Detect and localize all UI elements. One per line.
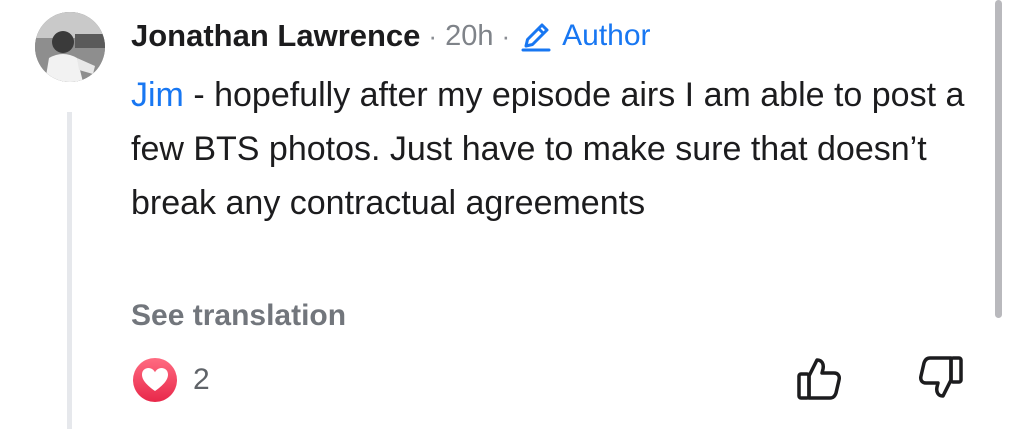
- avatar[interactable]: [35, 12, 105, 82]
- reaction-count: 2: [193, 363, 210, 396]
- comment-text: Jim - hopefully after my episode airs I …: [131, 68, 981, 230]
- timestamp[interactable]: 20h: [445, 20, 493, 53]
- comment-header: Jonathan Lawrence · 20h · Author: [131, 16, 651, 56]
- comment-body-text: - hopefully after my episode airs I am a…: [131, 76, 965, 222]
- separator-dot: ·: [501, 20, 511, 51]
- thumbs-down-button[interactable]: [916, 354, 964, 402]
- heart-reaction-icon: [133, 358, 177, 402]
- comment-view: Jonathan Lawrence · 20h · Author Jim - h…: [0, 0, 1011, 429]
- author-badge: Author: [518, 18, 651, 54]
- thumbs-down-icon: [919, 356, 963, 398]
- mention-link[interactable]: Jim: [131, 76, 184, 114]
- pencil-icon: [521, 23, 551, 52]
- avatar-photo: [35, 12, 105, 82]
- author-badge-label: Author: [562, 19, 651, 52]
- separator-dot: ·: [428, 20, 438, 51]
- reaction-summary[interactable]: 2: [131, 356, 210, 404]
- scrollbar[interactable]: [995, 0, 1002, 318]
- thread-line: [67, 112, 72, 429]
- thumbs-up-icon: [797, 358, 841, 400]
- thumbs-up-button[interactable]: [796, 354, 844, 402]
- see-translation-link[interactable]: See translation: [131, 296, 346, 336]
- author-name[interactable]: Jonathan Lawrence: [131, 18, 420, 54]
